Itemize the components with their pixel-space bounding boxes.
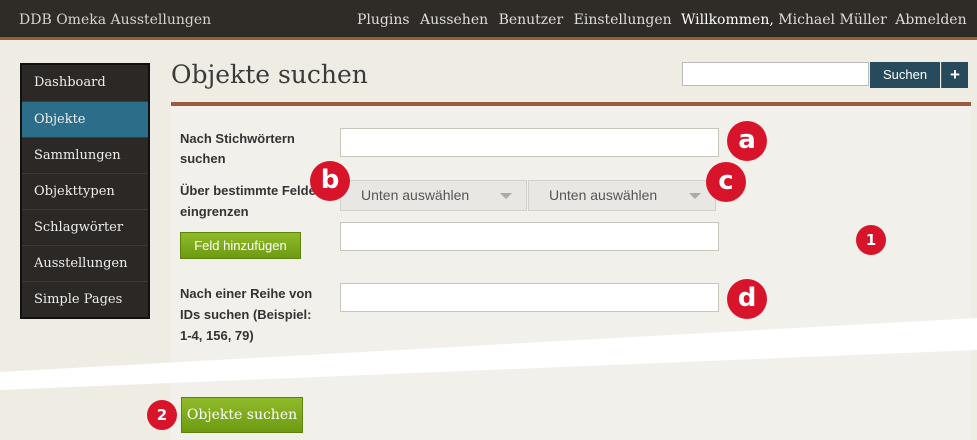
submit-search-button[interactable]: Objekte suchen (181, 397, 303, 433)
annotation-badge-a: a (727, 121, 767, 161)
page-tear-overlay (0, 318, 977, 390)
annotation-badge-c: c (706, 162, 746, 202)
annotation-badge-d: d (727, 279, 767, 319)
annotation-badge-2: 2 (147, 400, 177, 430)
annotation-badge-1: 1 (856, 225, 886, 255)
annotation-badge-b: b (310, 161, 350, 201)
